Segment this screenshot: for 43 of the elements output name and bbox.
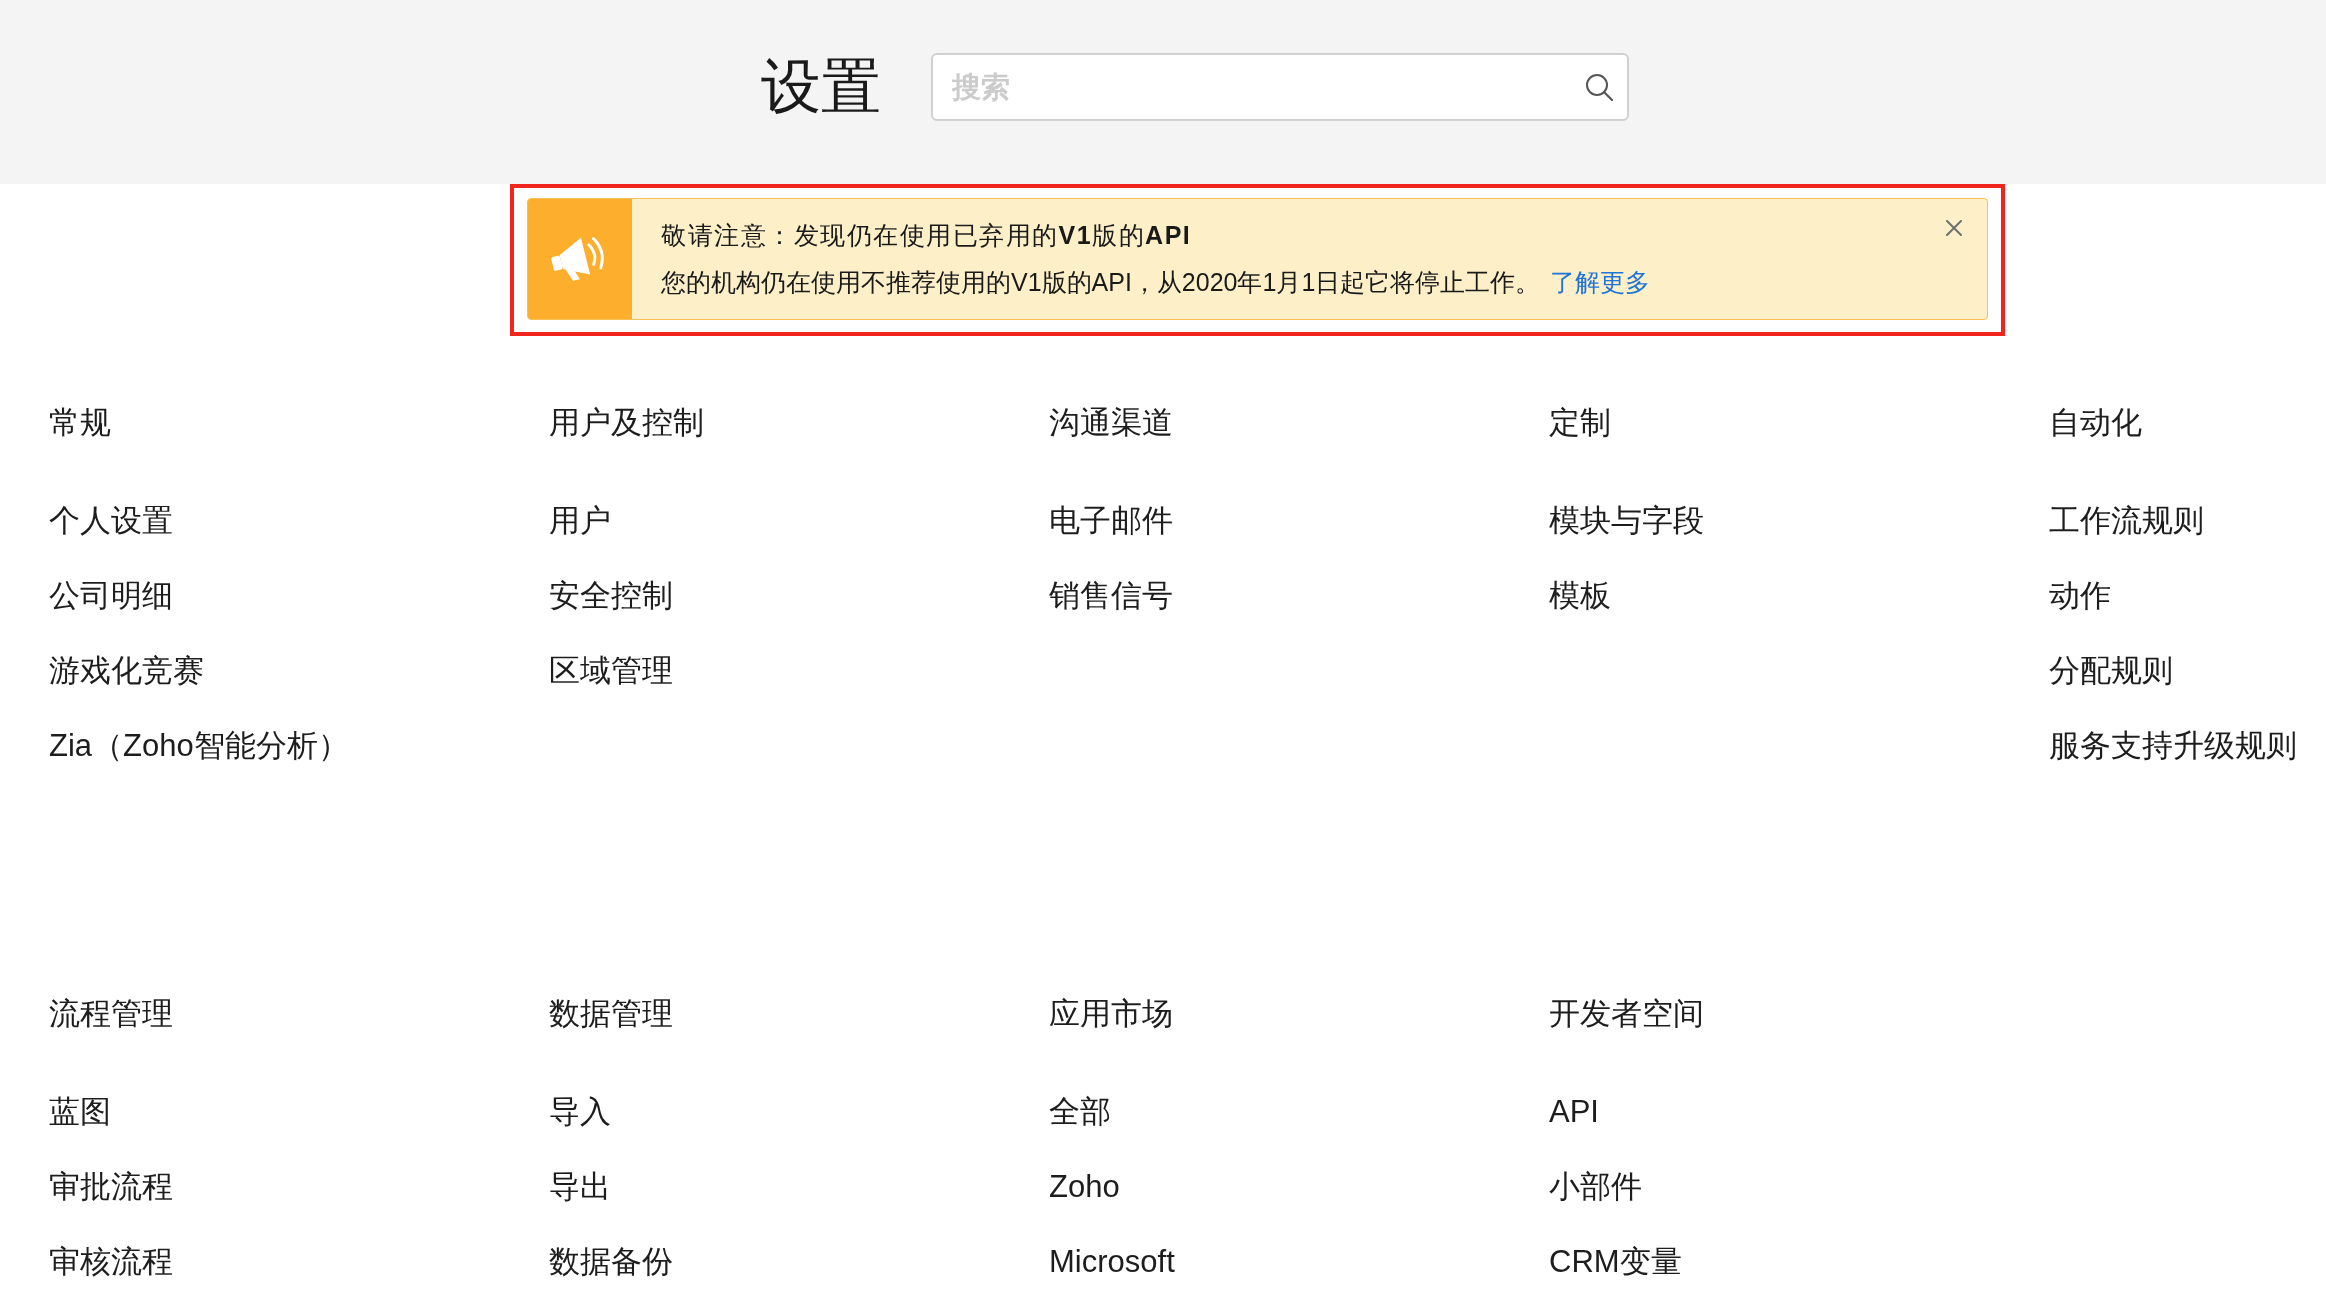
- settings-link[interactable]: 服务支持升级规则: [2049, 726, 2297, 766]
- settings-link[interactable]: 审批流程: [49, 1167, 173, 1207]
- section-heading: 自动化: [2049, 404, 2142, 442]
- settings-link[interactable]: 区域管理: [549, 651, 673, 691]
- page-title: 设置: [761, 53, 881, 121]
- section-heading: 定制: [1549, 404, 1611, 442]
- search-icon[interactable]: [1585, 73, 1613, 101]
- section-heading: 常规: [49, 404, 111, 442]
- settings-link[interactable]: 数据备份: [549, 1242, 673, 1282]
- settings-link[interactable]: Microsoft: [1049, 1242, 1175, 1282]
- settings-link[interactable]: 安全控制: [549, 576, 673, 616]
- settings-link[interactable]: 模板: [1549, 576, 1611, 616]
- section-heading: 开发者空间: [1549, 995, 1704, 1033]
- settings-link[interactable]: 分配规则: [2049, 651, 2173, 691]
- settings-link[interactable]: 导出: [549, 1167, 611, 1207]
- settings-link[interactable]: CRM变量: [1549, 1242, 1682, 1282]
- close-icon[interactable]: [1946, 220, 1962, 236]
- settings-link[interactable]: 公司明细: [49, 576, 173, 616]
- settings-link[interactable]: 蓝图: [49, 1092, 111, 1132]
- settings-link[interactable]: 小部件: [1549, 1167, 1642, 1207]
- settings-link[interactable]: 审核流程: [49, 1242, 173, 1282]
- section-heading: 用户及控制: [549, 404, 704, 442]
- settings-link[interactable]: 个人设置: [49, 501, 173, 541]
- megaphone-icon: [528, 199, 632, 319]
- settings-link[interactable]: API: [1549, 1092, 1599, 1132]
- settings-link[interactable]: 电子邮件: [1049, 501, 1173, 541]
- settings-link[interactable]: Zoho: [1049, 1167, 1120, 1207]
- settings-link[interactable]: 导入: [549, 1092, 611, 1132]
- settings-link[interactable]: 工作流规则: [2049, 501, 2204, 541]
- notice-title: 敬请注意：发现仍在使用已弃用的V1版的API: [661, 220, 1192, 251]
- learn-more-link[interactable]: 了解更多: [1550, 268, 1651, 296]
- settings-link[interactable]: 全部: [1049, 1092, 1111, 1132]
- settings-link[interactable]: Zia（Zoho智能分析）: [49, 726, 349, 766]
- settings-link[interactable]: 游戏化竞赛: [49, 651, 204, 691]
- settings-link[interactable]: 销售信号: [1049, 576, 1173, 616]
- section-heading: 应用市场: [1049, 995, 1173, 1033]
- settings-link[interactable]: 动作: [2049, 576, 2111, 616]
- settings-link[interactable]: 模块与字段: [1549, 501, 1704, 541]
- notice-message: 您的机构仍在使用不推荐使用的V1版的API，从2020年1月1日起它将停止工作。 了解更多: [661, 267, 1651, 298]
- section-heading: 流程管理: [49, 995, 173, 1033]
- section-heading: 数据管理: [549, 995, 673, 1033]
- section-heading: 沟通渠道: [1049, 404, 1173, 442]
- settings-link[interactable]: 用户: [549, 501, 611, 541]
